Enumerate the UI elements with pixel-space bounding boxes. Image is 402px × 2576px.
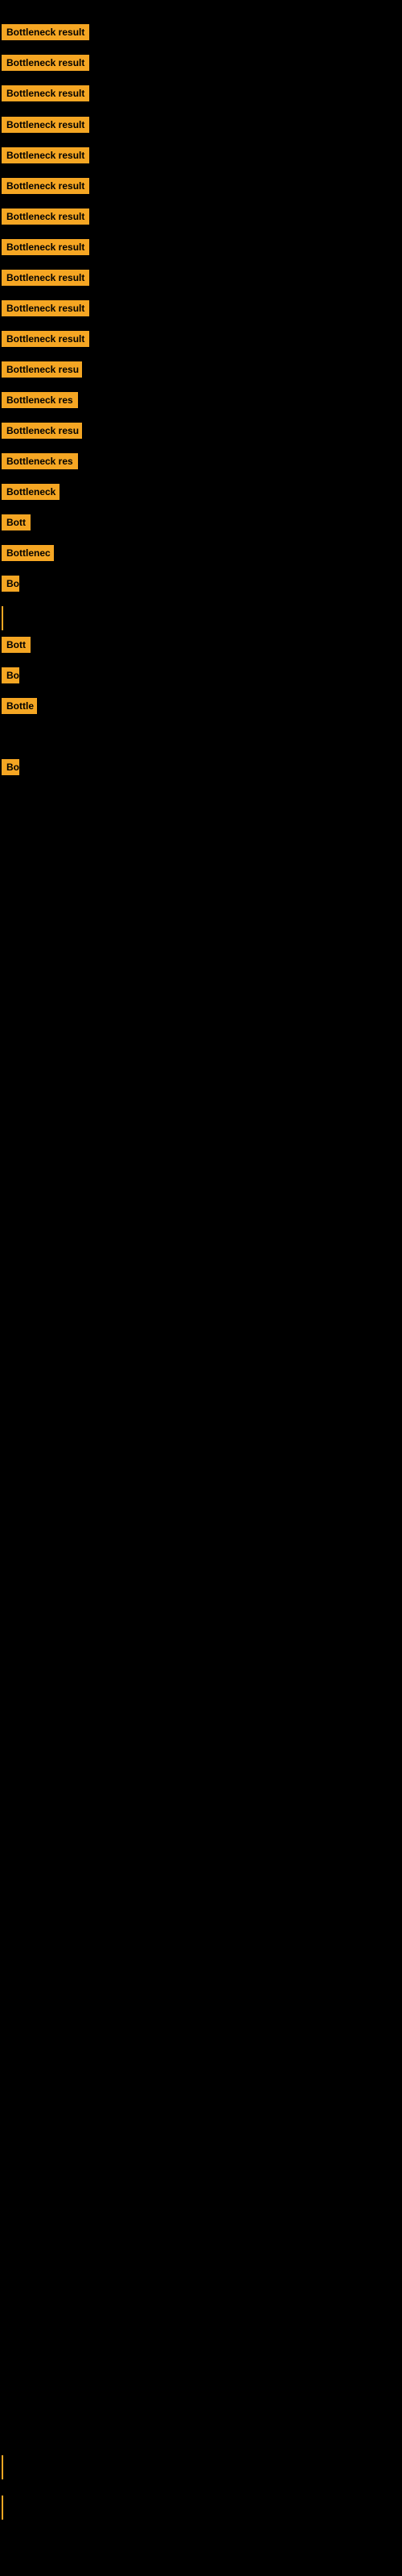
bottleneck-badge[interactable]: Bottleneck result: [2, 178, 89, 194]
bottleneck-badge-wrapper: Bottleneck resu: [2, 361, 82, 382]
vertical-line: [2, 2496, 3, 2520]
bottleneck-badge-wrapper: Bottleneck res: [2, 392, 78, 412]
bottleneck-badge-wrapper: Bo: [2, 759, 19, 779]
bottleneck-badge-wrapper: Bottlenec: [2, 545, 54, 565]
bottleneck-badge[interactable]: Bottleneck result: [2, 331, 89, 347]
bottleneck-badge[interactable]: Bottleneck result: [2, 208, 89, 225]
bottleneck-badge[interactable]: Bottleneck result: [2, 300, 89, 316]
bottleneck-badge[interactable]: Bottleneck result: [2, 147, 89, 163]
bottleneck-badge[interactable]: Bottleneck: [2, 484, 59, 500]
bottleneck-badge-wrapper: Bottleneck result: [2, 300, 89, 320]
bottleneck-badge-wrapper: Bottleneck result: [2, 85, 89, 105]
bottleneck-badge-wrapper: Bo: [2, 576, 19, 596]
bottleneck-badge[interactable]: Bott: [2, 637, 31, 653]
bottleneck-badge[interactable]: Bottleneck result: [2, 24, 89, 40]
bottleneck-badge-wrapper: Bottleneck result: [2, 55, 89, 75]
bottleneck-badge-wrapper: Bott: [2, 514, 31, 535]
bottleneck-badge[interactable]: Bo: [2, 667, 19, 683]
bottleneck-badge-wrapper: Bottleneck result: [2, 239, 89, 259]
vertical-line: [2, 606, 3, 630]
bottleneck-badge-wrapper: Bottleneck res: [2, 453, 78, 473]
bottleneck-badge[interactable]: Bo: [2, 759, 19, 775]
bottleneck-badge-wrapper: Bottleneck resu: [2, 423, 82, 443]
bottleneck-badge[interactable]: Bottleneck result: [2, 85, 89, 101]
bottleneck-badge-wrapper: Bottleneck result: [2, 178, 89, 198]
bottleneck-badge[interactable]: Bottleneck result: [2, 117, 89, 133]
bottleneck-badge-wrapper: Bottleneck: [2, 484, 59, 504]
bottleneck-badge[interactable]: Bottlenec: [2, 545, 54, 561]
site-title: [0, 0, 402, 13]
bottleneck-badge[interactable]: Bo: [2, 576, 19, 592]
page-container: Bottleneck result Bottleneck result Bottle…: [0, 0, 402, 2576]
bottleneck-badge-wrapper: Bott: [2, 637, 31, 657]
bottleneck-badge-wrapper: Bottleneck result: [2, 208, 89, 229]
bottleneck-badge-wrapper: Bo: [2, 667, 19, 687]
bottleneck-badge-wrapper: Bottleneck result: [2, 24, 89, 44]
bottleneck-badge-wrapper: Bottleneck result: [2, 117, 89, 137]
bottleneck-badge[interactable]: Bott: [2, 514, 31, 530]
bottleneck-badge[interactable]: Bottleneck res: [2, 392, 78, 408]
vertical-line: [2, 2455, 3, 2479]
bottleneck-badge-wrapper: Bottleneck result: [2, 147, 89, 167]
bottleneck-badge[interactable]: Bottleneck res: [2, 453, 78, 469]
bottleneck-badge[interactable]: Bottleneck resu: [2, 361, 82, 378]
bottleneck-badge[interactable]: Bottleneck result: [2, 239, 89, 255]
bottleneck-badge-wrapper: Bottleneck result: [2, 270, 89, 290]
bottleneck-badge[interactable]: Bottleneck result: [2, 270, 89, 286]
bottleneck-badge[interactable]: Bottle: [2, 698, 37, 714]
bottleneck-badge[interactable]: Bottleneck result: [2, 55, 89, 71]
bottleneck-badge-wrapper: Bottleneck result: [2, 331, 89, 351]
bottleneck-badge[interactable]: Bottleneck resu: [2, 423, 82, 439]
bottleneck-badge-wrapper: Bottle: [2, 698, 37, 718]
